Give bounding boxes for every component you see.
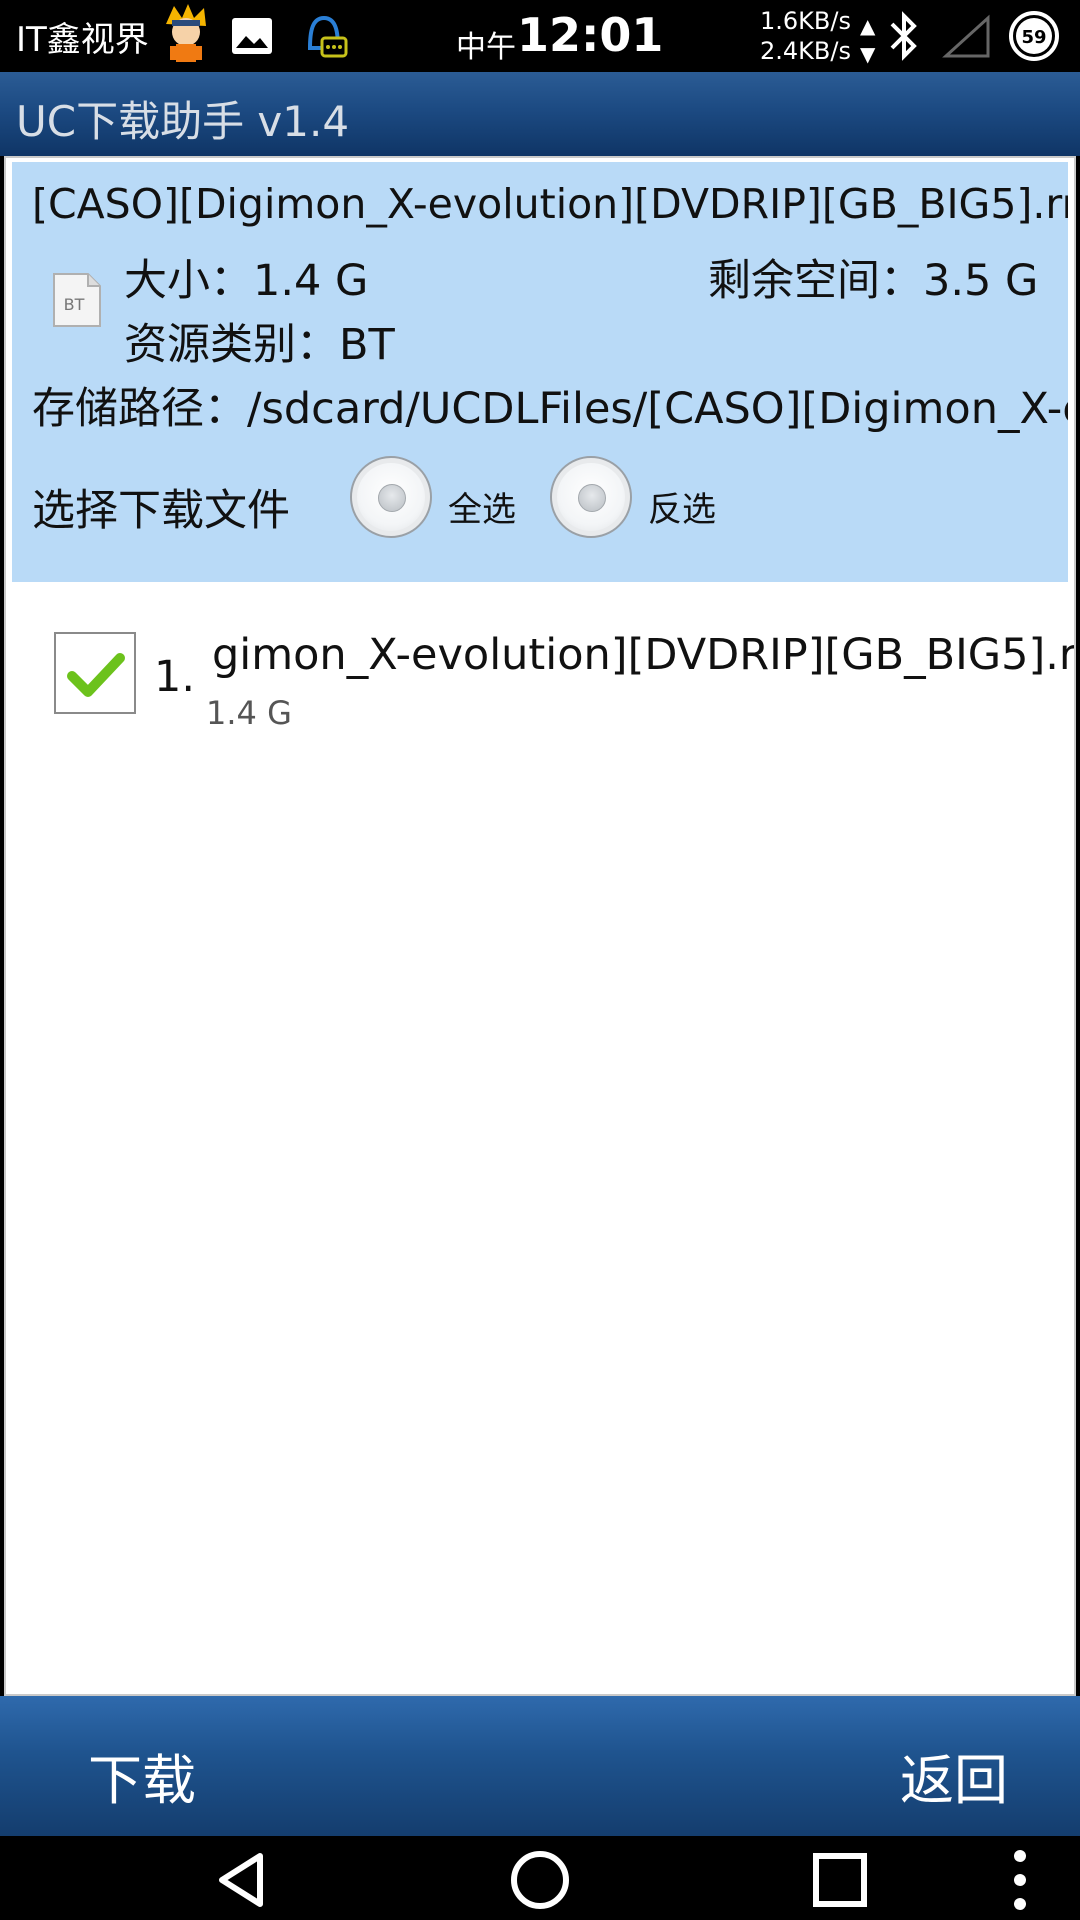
notification-bell-icon (307, 15, 348, 58)
bt-icon-label: BT (64, 295, 85, 314)
back-nav-icon[interactable] (210, 1848, 274, 1912)
remaining-space: 剩余空间：3.5 G (708, 256, 1039, 306)
checkmark-icon (67, 653, 125, 697)
select-files-label: 选择下载文件 (32, 486, 290, 536)
bluetooth-icon (890, 11, 917, 61)
invert-selection-radio[interactable] (550, 456, 632, 538)
bottom-action-bar: 下载 返回 (0, 1696, 1080, 1836)
clock: 12:01 (517, 8, 664, 62)
storage-path: 存储路径：/sdcard/UCDLFiles/[CASO][Digimon_X-… (32, 384, 1068, 434)
invert-selection-label[interactable]: 反选 (648, 482, 716, 531)
task-file-name: [CASO][Digimon_X-evolution][DVDRIP][GB_B… (32, 180, 1068, 228)
home-nav-icon[interactable] (508, 1848, 572, 1912)
back-button[interactable]: 返回 (900, 1736, 1008, 1815)
file-name: gimon_X-evolution][DVDRIP][GB_BIG5].rmvb (212, 630, 1074, 680)
list-item[interactable]: 1. gimon_X-evolution][DVDRIP][GB_BIG5].r… (6, 594, 1074, 732)
select-all-radio[interactable] (350, 456, 432, 538)
app-title: UC下载助手 v1.4 (16, 97, 350, 146)
battery-icon: 59 (1008, 10, 1060, 62)
speed-arrows-icon: ▲ ▼ (860, 14, 876, 66)
download-speed: 2.4KB/s (760, 37, 851, 65)
file-index: 1. (154, 652, 196, 702)
task-info: [CASO][Digimon_X-evolution][DVDRIP][GB_B… (12, 162, 1068, 582)
status-bar: IT鑫视界 中午 12:01 1.6KB/s 2.4KB/s ▲ ▼ 59 (0, 0, 1080, 72)
file-checkbox[interactable] (54, 632, 136, 714)
avatar-icon (166, 4, 206, 62)
battery-level: 59 (1021, 27, 1046, 48)
download-button[interactable]: 下载 (88, 1736, 196, 1815)
title-bar: UC下载助手 v1.4 (0, 72, 1080, 156)
menu-nav-icon[interactable] (1000, 1848, 1064, 1912)
navigation-bar (0, 1836, 1080, 1920)
select-all-label[interactable]: 全选 (448, 482, 516, 531)
bt-file-icon: BT (53, 273, 101, 327)
content-panel: [CASO][Digimon_X-evolution][DVDRIP][GB_B… (4, 156, 1076, 1696)
network-speed: 1.6KB/s 2.4KB/s (760, 6, 851, 66)
task-size: 大小：1.4 G (124, 256, 369, 306)
file-size: 1.4 G (206, 694, 292, 732)
upload-speed: 1.6KB/s (760, 7, 851, 35)
signal-icon (942, 14, 990, 58)
image-icon (232, 18, 272, 54)
resource-type: 资源类别：BT (124, 320, 395, 370)
recents-nav-icon[interactable] (808, 1848, 872, 1912)
carrier-label: IT鑫视界 (16, 20, 149, 60)
time-prefix: 中午 (456, 30, 516, 65)
